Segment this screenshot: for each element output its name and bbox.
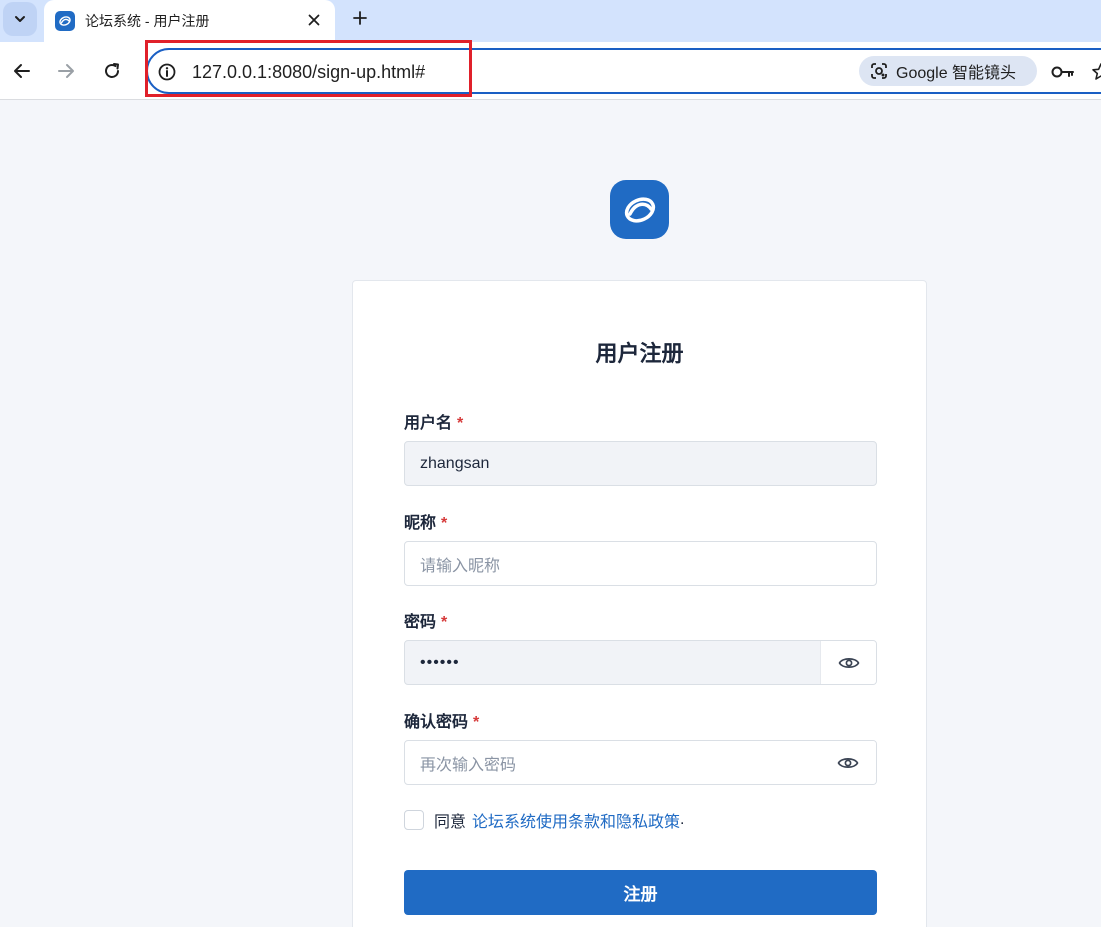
reload-icon (105, 63, 119, 78)
password-visibility-toggle[interactable] (820, 641, 876, 684)
confirm-password-placeholder: 再次输入密码 (420, 756, 517, 774)
terms-agreement-row: 同意 论坛系统使用条款和隐私政策 . (404, 808, 684, 832)
terms-suffix: . (680, 811, 685, 828)
address-url[interactable]: 127.0.0.1:8080/sign-up.html# (192, 62, 425, 83)
new-tab-button[interactable] (347, 5, 373, 31)
eye-icon (837, 757, 859, 768)
required-mark: * (441, 614, 448, 631)
tab-close-button[interactable] (303, 9, 325, 31)
username-field[interactable]: zhangsan (404, 441, 877, 486)
terms-prefix: 同意 (434, 814, 467, 831)
forum-logo-icon (610, 180, 669, 239)
lens-icon (871, 63, 887, 79)
tab-search-button[interactable] (3, 2, 37, 36)
key-icon (1051, 66, 1074, 78)
required-mark: * (457, 415, 464, 432)
site-info-button[interactable] (156, 61, 178, 83)
password-field[interactable]: •••••• (404, 640, 877, 685)
confirm-password-visibility-toggle[interactable] (820, 741, 876, 784)
lens-label: Google 智能镜头 (896, 65, 1017, 82)
terms-checkbox[interactable] (404, 810, 424, 830)
nickname-field[interactable]: 请输入昵称 (404, 541, 877, 586)
nickname-placeholder: 请输入昵称 (420, 557, 501, 575)
eye-icon (838, 657, 859, 668)
bookmark-button[interactable] (1090, 60, 1101, 84)
back-button[interactable] (7, 56, 37, 86)
close-icon (308, 14, 320, 26)
required-mark: * (441, 515, 448, 532)
confirm-password-label: 确认密码 * (404, 714, 480, 731)
confirm-password-field[interactable]: 再次输入密码 (404, 740, 877, 785)
google-lens-button[interactable]: Google 智能镜头 (859, 56, 1037, 86)
signup-card: 用户注册 用户名 * zhangsan 昵称 * 请输入昵称 密码 * •••••• … (352, 280, 927, 927)
browser-toolbar: 127.0.0.1:8080/sign-up.html# Google 智能镜头 (0, 42, 1101, 100)
password-manager-button[interactable] (1050, 60, 1076, 84)
username-value: zhangsan (420, 454, 490, 472)
forward-arrow-icon (58, 64, 74, 78)
password-label: 密码 * (404, 614, 448, 631)
forward-button[interactable] (51, 56, 81, 86)
nickname-label: 昵称 * (404, 515, 448, 532)
browser-tab-active[interactable]: 论坛系统 - 用户注册 (44, 0, 335, 42)
reload-button[interactable] (97, 56, 127, 86)
info-icon (158, 63, 176, 81)
back-arrow-icon (14, 64, 30, 78)
chevron-down-icon (15, 16, 25, 22)
signup-button[interactable]: 注册 (404, 870, 877, 915)
terms-link[interactable]: 论坛系统使用条款和隐私政策 (472, 808, 680, 832)
browser-tabstrip: 论坛系统 - 用户注册 (0, 0, 1101, 42)
site-favicon-icon (55, 11, 75, 31)
plus-icon (353, 11, 367, 25)
page-title: 用户注册 (595, 341, 684, 366)
tab-title: 论坛系统 - 用户注册 (85, 13, 210, 29)
required-mark: * (473, 714, 480, 731)
star-icon (1092, 63, 1101, 80)
password-masked-value: •••••• (420, 653, 460, 671)
address-bar[interactable]: 127.0.0.1:8080/sign-up.html# Google 智能镜头 (146, 48, 1101, 94)
username-label: 用户名 * (404, 415, 464, 432)
